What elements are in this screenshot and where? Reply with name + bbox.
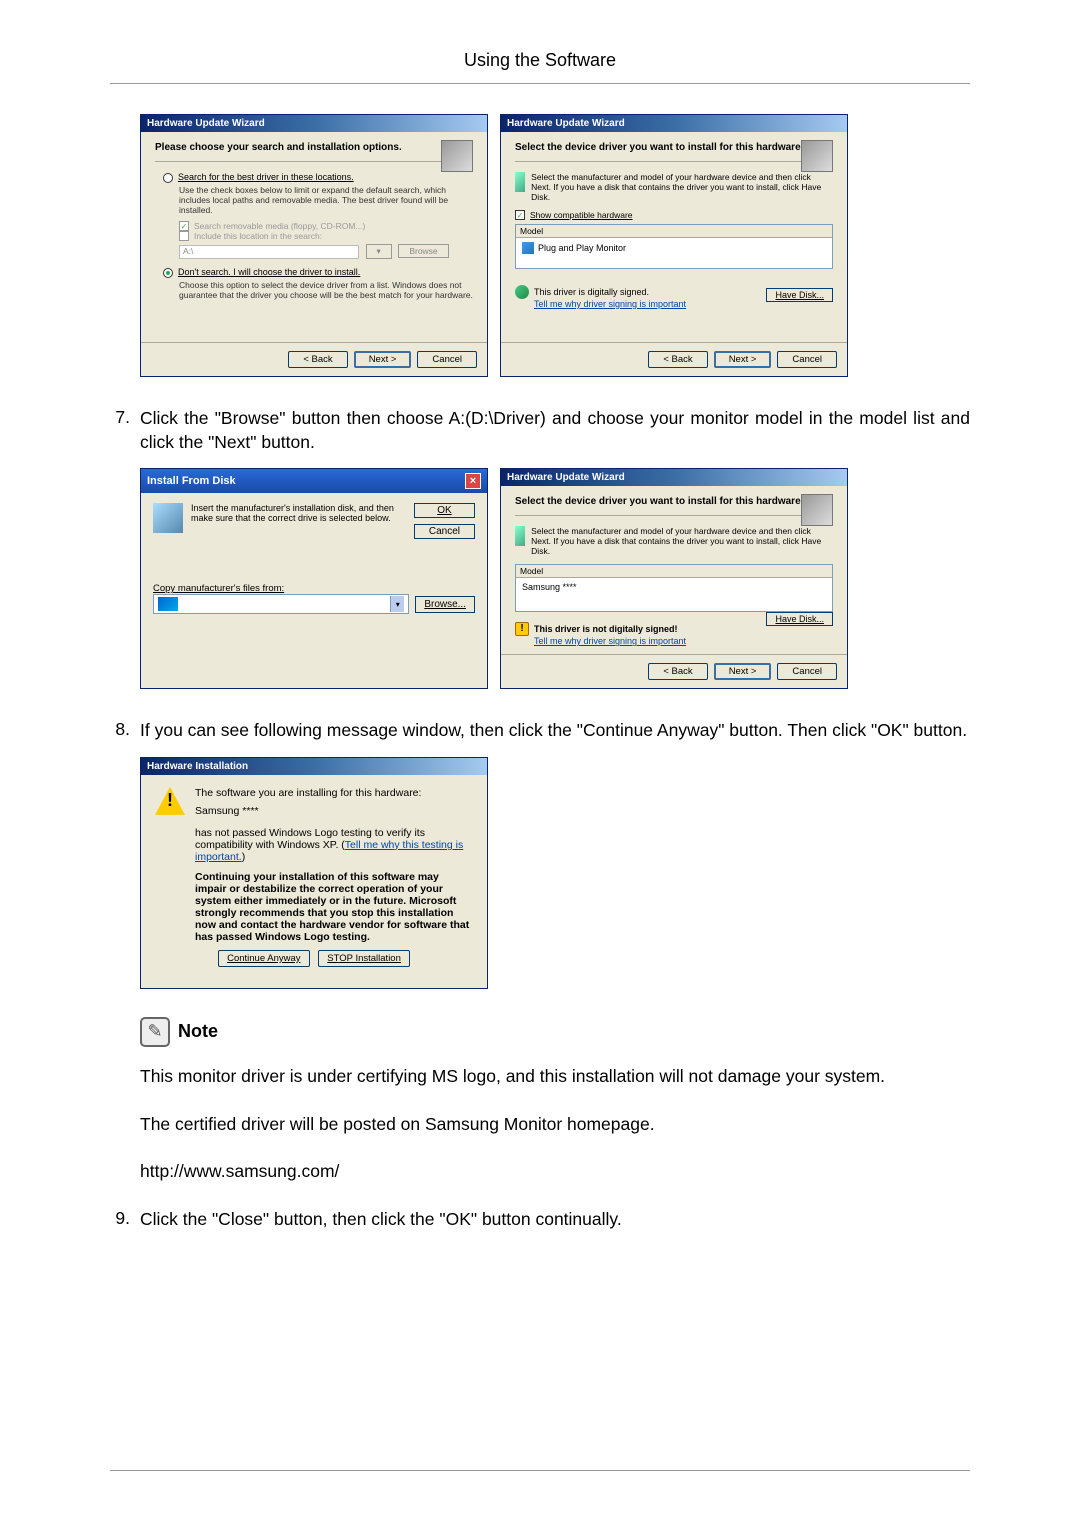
radio-search-best[interactable]: Search for the best driver in these loca… xyxy=(163,172,473,183)
next-button[interactable]: Next > xyxy=(714,663,772,680)
tell-me-link[interactable]: Tell me why driver signing is important xyxy=(534,299,686,309)
monitor-icon xyxy=(522,242,534,254)
dialog-title: Hardware Installation xyxy=(141,758,487,775)
search-best-desc: Use the check boxes below to limit or ex… xyxy=(179,185,473,215)
wizard-title: Hardware Update Wizard xyxy=(501,469,847,486)
note-paragraph-2: The certified driver will be posted on S… xyxy=(140,1113,970,1137)
continue-anyway-button[interactable]: Continue Anyway xyxy=(218,950,309,967)
ok-button[interactable]: OK xyxy=(414,503,475,518)
checkbox-removable-media: ✓Search removable media (floppy, CD-ROM.… xyxy=(179,221,473,231)
cancel-button[interactable]: Cancel xyxy=(777,351,837,368)
close-icon[interactable]: × xyxy=(465,473,481,489)
wizard-heading: Select the device driver you want to ins… xyxy=(515,142,833,153)
tip-text: Select the manufacturer and model of you… xyxy=(531,526,833,556)
dont-search-desc: Choose this option to select the device … xyxy=(179,280,473,300)
wizard-select-driver-samsung: Hardware Update Wizard Select the device… xyxy=(500,468,848,689)
dropdown-icon[interactable]: ▾ xyxy=(390,596,404,612)
copy-from-label: Copy manufacturer's files from: xyxy=(153,583,475,594)
have-disk-button[interactable]: Have Disk... xyxy=(766,288,833,302)
wizard-title: Hardware Update Wizard xyxy=(501,115,847,132)
page-footer-rule xyxy=(110,1470,970,1471)
floppy-icon xyxy=(153,503,183,533)
wizard-heading: Select the device driver you want to ins… xyxy=(515,496,833,507)
hw-line3: has not passed Windows Logo testing to v… xyxy=(195,827,473,863)
wizard-title: Hardware Update Wizard xyxy=(141,115,487,132)
signed-text: This driver is digitally signed. xyxy=(534,287,649,297)
drive-icon xyxy=(158,597,178,611)
note-heading: Note xyxy=(140,1017,970,1047)
copy-from-input[interactable]: ▾ xyxy=(153,594,409,614)
tell-me-link[interactable]: Tell me why driver signing is important xyxy=(534,636,686,646)
hw-bold-warning: Continuing your installation of this sof… xyxy=(195,871,473,943)
step-9: 9. Click the "Close" button, then click … xyxy=(110,1208,970,1232)
install-from-disk-dialog: Install From Disk × Insert the manufactu… xyxy=(140,468,488,689)
location-input: A:\ xyxy=(179,245,359,259)
list-item-model[interactable]: Plug and Play Monitor xyxy=(516,238,832,258)
cancel-button[interactable]: Cancel xyxy=(414,524,475,539)
not-signed-text: This driver is not digitally signed! xyxy=(534,624,678,634)
have-disk-button[interactable]: Have Disk... xyxy=(766,612,833,626)
signed-ok-icon xyxy=(515,285,529,299)
radio-dont-search[interactable]: Don't search. I will choose the driver t… xyxy=(163,267,473,278)
hardware-icon xyxy=(801,140,833,172)
tip-icon xyxy=(515,526,525,546)
back-button[interactable]: < Back xyxy=(648,351,707,368)
note-paragraph-1: This monitor driver is under certifying … xyxy=(140,1065,970,1089)
note-icon xyxy=(140,1017,170,1047)
checkbox-include-location: Include this location in the search: xyxy=(179,231,473,241)
next-button[interactable]: Next > xyxy=(714,351,772,368)
hardware-icon xyxy=(441,140,473,172)
hw-line2: Samsung **** xyxy=(195,805,473,817)
tip-text: Select the manufacturer and model of you… xyxy=(531,172,833,202)
dropdown-button: ▾ xyxy=(366,244,392,259)
hardware-installation-dialog: Hardware Installation ! The software you… xyxy=(140,757,488,989)
step-7: 7. Click the "Browse" button then choose… xyxy=(110,407,970,454)
wizard-select-driver: Hardware Update Wizard Select the device… xyxy=(500,114,848,377)
hardware-icon xyxy=(801,494,833,526)
back-button[interactable]: < Back xyxy=(288,351,347,368)
dialog-title: Install From Disk xyxy=(147,475,236,487)
list-header-model: Model xyxy=(516,565,832,578)
wizard-heading: Please choose your search and installati… xyxy=(155,142,473,153)
page-title: Using the Software xyxy=(110,50,970,84)
cancel-button[interactable]: Cancel xyxy=(777,663,837,680)
browse-button[interactable]: Browse... xyxy=(415,596,475,613)
list-header-model: Model xyxy=(516,225,832,238)
next-button[interactable]: Next > xyxy=(354,351,412,368)
browse-button: Browse xyxy=(398,244,448,258)
stop-installation-button[interactable]: STOP Installation xyxy=(318,950,410,967)
step-8: 8. If you can see following message wind… xyxy=(110,719,970,743)
list-item-model[interactable]: Samsung **** xyxy=(516,578,832,596)
note-url: http://www.samsung.com/ xyxy=(140,1160,970,1184)
tip-icon xyxy=(515,172,525,192)
cancel-button[interactable]: Cancel xyxy=(417,351,477,368)
wizard-search-options: Hardware Update Wizard Please choose you… xyxy=(140,114,488,377)
checkbox-show-compatible[interactable]: ✓ Show compatible hardware xyxy=(515,210,833,220)
dialog-message: Insert the manufacturer's installation d… xyxy=(191,503,406,539)
warning-icon: ! xyxy=(515,622,529,636)
back-button[interactable]: < Back xyxy=(648,663,707,680)
hw-line1: The software you are installing for this… xyxy=(195,787,473,799)
warning-triangle-icon: ! xyxy=(155,787,185,815)
